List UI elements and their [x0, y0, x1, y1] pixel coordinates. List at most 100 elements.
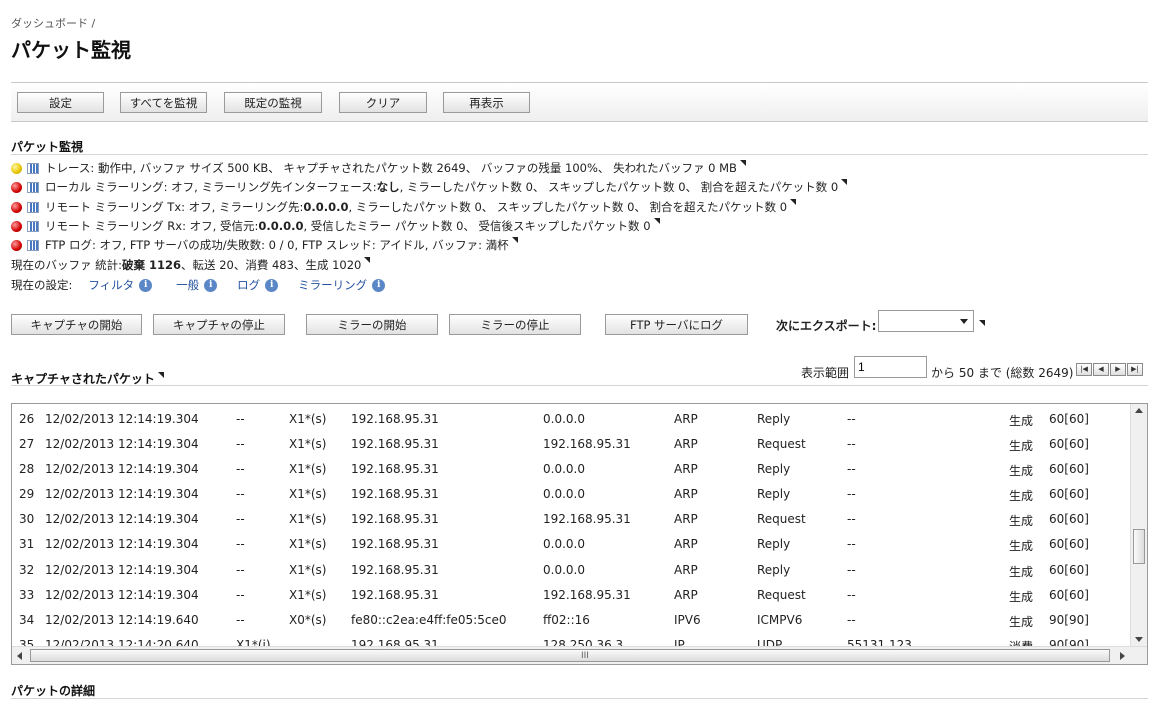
cell-src: 192.168.95.31 [351, 462, 439, 477]
cell-src: 192.168.95.31 [351, 487, 439, 502]
status-remote-tx: リモート ミラーリング Tx: オフ, ミラーリング先: 0.0.0.0, ミラ… [11, 198, 797, 216]
cell-src: 192.168.95.31 [351, 512, 439, 527]
cell-action: 生成 [1009, 539, 1034, 554]
last-page-icon[interactable]: ▶| [1127, 363, 1143, 376]
cell-dash: -- [236, 562, 245, 577]
cell-time: 12/02/2013 12:14:20.640 [45, 637, 199, 646]
cell-type: ICMPV6 [757, 612, 803, 627]
chart-icon[interactable] [27, 220, 39, 232]
table-row[interactable]: 27 12/02/2013 12:14:19.304 -- X1*(s) 192.168… [12, 433, 1129, 458]
chart-icon[interactable] [27, 239, 39, 251]
cell-time: 12/02/2013 12:14:19.640 [45, 612, 199, 627]
corner-menu-icon[interactable] [511, 237, 518, 243]
next-page-icon[interactable]: ▶ [1110, 363, 1126, 376]
corner-menu-icon[interactable] [739, 160, 746, 166]
status-ftp: FTP ログ: オフ, FTP サーバの成功/失敗数: 0 / 0, FTP ス… [11, 236, 518, 254]
breadcrumb[interactable]: ダッシュボード / [11, 15, 95, 31]
scroll-down-icon[interactable] [1135, 637, 1143, 642]
start-mirror-button[interactable]: ミラーの開始 [306, 314, 438, 335]
monitor-section-title: パケット監視 [11, 140, 84, 154]
table-row[interactable]: 35 12/02/2013 12:14:20.640 X1*(i) 192.168.9… [12, 634, 1129, 646]
cell-dst: 192.168.95.31 [543, 512, 631, 527]
corner-menu-icon[interactable] [364, 257, 371, 263]
cell-port: -- [847, 612, 856, 627]
cell-no: 32 [19, 562, 35, 577]
cell-action: 生成 [1009, 589, 1034, 604]
table-row[interactable]: 31 12/02/2013 12:14:19.304 -- X1*(s) 192.168… [12, 533, 1129, 558]
filter-link[interactable]: フィルタ [88, 277, 134, 293]
cell-type: Reply [757, 537, 791, 552]
clear-button[interactable]: クリア [339, 92, 427, 113]
corner-menu-icon[interactable] [841, 179, 848, 185]
status-buffer: 現在のバッファ 統計: 破棄 1126 、転送 20、消費 483、生成 1020 [11, 256, 371, 274]
info-icon[interactable]: i [265, 278, 279, 292]
corner-menu-icon[interactable] [157, 372, 164, 378]
cell-len: 60[60] [1049, 462, 1089, 477]
range-label: 表示範囲 [801, 366, 850, 380]
status-red-icon [11, 220, 22, 232]
hscroll-thumb[interactable]: III [30, 649, 1110, 662]
ftp-log-button[interactable]: FTP サーバにログ [605, 314, 748, 335]
cell-no: 27 [19, 437, 35, 452]
settings-button[interactable]: 設定 [17, 92, 104, 113]
prev-page-icon[interactable]: ◀ [1093, 363, 1109, 376]
mirroring-link[interactable]: ミラーリング [298, 277, 367, 293]
cell-src: 192.168.95.31 [351, 587, 439, 602]
corner-menu-icon[interactable] [653, 218, 660, 224]
table-row[interactable]: 29 12/02/2013 12:14:19.304 -- X1*(s) 192.168… [12, 483, 1129, 508]
cell-time: 12/02/2013 12:14:19.304 [45, 487, 199, 502]
cell-action: 消費 [1009, 638, 1033, 646]
chart-icon[interactable] [27, 181, 39, 193]
cell-time: 12/02/2013 12:14:19.304 [45, 437, 199, 452]
section-divider [11, 698, 1148, 699]
scroll-right-icon[interactable] [1120, 652, 1125, 660]
table-row[interactable]: 33 12/02/2013 12:14:19.304 -- X1*(s) 192.168… [12, 584, 1129, 609]
table-row[interactable]: 32 12/02/2013 12:14:19.304 -- X1*(s) 192.168… [12, 559, 1129, 584]
cell-action: 生成 [1009, 564, 1034, 579]
first-page-icon[interactable]: |◀ [1076, 363, 1092, 376]
cell-src: 192.168.95.31 [351, 412, 439, 426]
info-icon[interactable]: i [139, 278, 153, 292]
vertical-scrollbar[interactable] [1130, 404, 1147, 646]
section-divider [11, 385, 1148, 386]
status-yellow-icon [11, 162, 22, 174]
corner-menu-icon[interactable] [979, 320, 985, 326]
cell-len: 60[60] [1049, 487, 1089, 502]
stop-mirror-button[interactable]: ミラーの停止 [449, 314, 581, 335]
cell-dst: 0.0.0.0 [543, 537, 585, 552]
log-link[interactable]: ログ [237, 277, 260, 293]
packet-detail-title: パケットの詳細 [11, 684, 96, 698]
cell-action: 生成 [1009, 614, 1034, 629]
info-icon[interactable]: i [204, 278, 218, 292]
cell-src: 192.168.95.31 [351, 437, 439, 452]
chart-icon[interactable] [27, 162, 39, 174]
cell-port: -- [847, 562, 856, 577]
monitor-all-button[interactable]: すべてを監視 [120, 92, 207, 113]
cell-port: -- [847, 512, 856, 527]
corner-menu-icon[interactable] [790, 199, 797, 205]
horizontal-scrollbar[interactable]: III [12, 646, 1147, 664]
cell-iface: X1*(s) [289, 487, 327, 502]
range-start-input[interactable] [854, 356, 927, 378]
default-monitor-button[interactable]: 既定の監視 [224, 92, 322, 113]
export-select[interactable] [878, 310, 974, 332]
scroll-up-icon[interactable] [1135, 408, 1143, 413]
scroll-thumb[interactable] [1133, 529, 1145, 564]
cell-proto: ARP [674, 462, 698, 477]
cell-iface: X1*(s) [289, 462, 327, 477]
status-local-mirror: ローカル ミラーリング: オフ, ミラーリング先インターフェース: なし, ミラ… [11, 178, 848, 196]
cell-time: 12/02/2013 12:14:19.304 [45, 562, 199, 577]
general-link[interactable]: 一般 [176, 277, 199, 293]
table-row[interactable]: 26 12/02/2013 12:14:19.304 -- X1*(s) 192.168… [12, 408, 1129, 433]
info-icon[interactable]: i [372, 278, 386, 292]
chart-icon[interactable] [27, 201, 39, 213]
cell-dash: -- [236, 512, 245, 527]
table-row[interactable]: 30 12/02/2013 12:14:19.304 -- X1*(s) 192.168… [12, 508, 1129, 533]
scroll-left-icon[interactable] [17, 652, 22, 660]
table-row[interactable]: 34 12/02/2013 12:14:19.640 -- X0*(s) fe80::c… [12, 609, 1129, 634]
refresh-button[interactable]: 再表示 [443, 92, 530, 113]
table-row[interactable]: 28 12/02/2013 12:14:19.304 -- X1*(s) 192.168… [12, 458, 1129, 483]
stop-capture-button[interactable]: キャプチャの停止 [153, 314, 285, 335]
cell-dash: -- [236, 612, 245, 627]
start-capture-button[interactable]: キャプチャの開始 [11, 314, 142, 335]
